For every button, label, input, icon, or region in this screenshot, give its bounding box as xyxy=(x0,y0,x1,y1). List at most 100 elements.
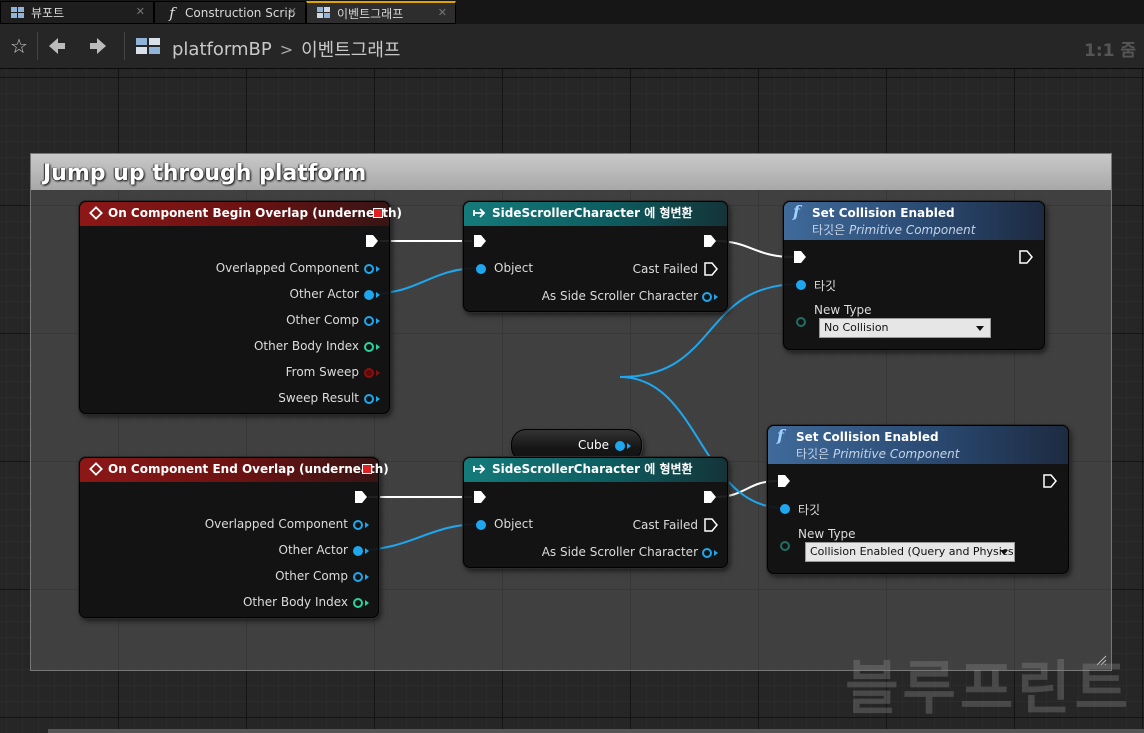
delegate-icon[interactable] xyxy=(373,208,383,218)
graph-canvas[interactable]: Jump up through platform On Component Be… xyxy=(0,69,1144,733)
event-node-begin-overlap[interactable]: On Component Begin Overlap (underneath) … xyxy=(79,201,402,414)
exec-out-pin-icon[interactable] xyxy=(354,490,368,504)
function-node-set-collision-1[interactable]: f Set Collision Enabled 타깃은 Primitive Co… xyxy=(783,201,1045,350)
tab-bar: 뷰포트 ✕ f Construction Scrip ✕ 이벤트그래프 ✕ xyxy=(0,0,1144,24)
exec-out-pin-icon[interactable] xyxy=(703,234,717,248)
close-icon[interactable]: ✕ xyxy=(438,6,447,19)
exec-in-pin-icon[interactable] xyxy=(793,250,807,264)
object-pin-icon[interactable] xyxy=(364,264,374,274)
back-button[interactable] xyxy=(43,32,71,60)
pin-label: Other Comp xyxy=(275,569,348,583)
tab-viewport[interactable]: 뷰포트 ✕ xyxy=(0,1,154,24)
exec-out-hollow-pin-icon[interactable] xyxy=(1043,474,1057,488)
node-header[interactable]: On Component End Overlap (underneath) xyxy=(80,458,389,482)
pin-label: As Side Scroller Character xyxy=(541,545,698,559)
node-header[interactable]: f Set Collision Enabled 타깃은 Primitive Co… xyxy=(768,426,1068,464)
object-pin-icon[interactable] xyxy=(476,264,486,274)
chevron-right-icon: > xyxy=(279,39,294,59)
tab-label: Construction Scrip xyxy=(185,5,296,20)
pin-arrow-icon xyxy=(365,548,369,554)
cast-node-2[interactable]: SideScrollerCharacter 에 형변환 Object Cast … xyxy=(463,457,728,568)
exec-out-hollow-pin-icon[interactable] xyxy=(704,518,718,532)
pin-label: Other Comp xyxy=(286,313,359,327)
node-subtitle: 타깃은 Primitive Component xyxy=(796,443,960,465)
bool-pin-icon[interactable] xyxy=(364,368,374,378)
node-header[interactable]: SideScrollerCharacter 에 형변환 xyxy=(464,458,727,482)
breadcrumb: platformBP > 이벤트그래프 xyxy=(172,36,400,62)
exec-out-hollow-pin-icon[interactable] xyxy=(704,262,718,276)
pin-arrow-icon xyxy=(376,266,380,272)
object-pin-icon[interactable] xyxy=(476,520,486,530)
cast-arrow-icon xyxy=(473,208,486,218)
object-pin-icon[interactable] xyxy=(364,290,374,300)
exec-out-hollow-pin-icon[interactable] xyxy=(1019,250,1033,264)
node-header[interactable]: f Set Collision Enabled 타깃은 Primitive Co… xyxy=(784,202,1044,240)
object-pin-icon[interactable] xyxy=(353,572,363,582)
node-header[interactable]: On Component Begin Overlap (underneath) xyxy=(80,202,402,226)
horizontal-scrollbar[interactable] xyxy=(48,729,1144,733)
arrow-right-icon xyxy=(90,38,106,54)
node-title: SideScrollerCharacter 에 형변환 xyxy=(492,206,693,220)
pin-label: Other Actor xyxy=(278,543,348,557)
pin-label: From Sweep xyxy=(285,365,359,379)
cast-arrow-icon xyxy=(473,464,486,474)
subtitle-prefix: 타깃은 xyxy=(796,447,830,461)
struct-pin-icon[interactable] xyxy=(364,394,374,404)
breadcrumb-graph[interactable]: 이벤트그래프 xyxy=(301,36,400,62)
pin-label: Other Body Index xyxy=(242,595,348,609)
object-pin-icon[interactable] xyxy=(364,316,374,326)
favorite-button[interactable]: ☆ xyxy=(5,32,33,60)
int-pin-icon[interactable] xyxy=(364,342,374,352)
enum-pin-icon[interactable] xyxy=(780,541,790,551)
pin-arrow-icon xyxy=(627,443,631,449)
exec-in-pin-icon[interactable] xyxy=(777,474,791,488)
pin-arrow-icon xyxy=(376,396,380,402)
node-title: Set Collision Enabled xyxy=(812,206,955,220)
object-pin-icon[interactable] xyxy=(702,548,712,558)
exec-in-pin-icon[interactable] xyxy=(473,490,487,504)
pin-label: Cast Failed xyxy=(632,518,698,532)
delegate-icon[interactable] xyxy=(362,464,372,474)
dropdown-value: No Collision xyxy=(824,321,889,334)
forward-button[interactable] xyxy=(84,32,112,60)
object-pin-icon[interactable] xyxy=(353,546,363,556)
enum-pin-icon[interactable] xyxy=(796,317,806,327)
exec-out-pin-icon[interactable] xyxy=(365,234,379,248)
node-title: On Component End Overlap (underneath) xyxy=(108,462,389,476)
node-subtitle: 타깃은 Primitive Component xyxy=(812,219,976,241)
tab-label: 뷰포트 xyxy=(31,6,65,20)
int-pin-icon[interactable] xyxy=(353,598,363,608)
object-pin-icon[interactable] xyxy=(615,441,625,451)
pin-arrow-icon xyxy=(714,294,718,300)
chevron-down-icon xyxy=(1000,550,1008,555)
new-type-dropdown[interactable]: No Collision xyxy=(819,318,991,338)
node-title: SideScrollerCharacter 에 형변환 xyxy=(492,462,693,476)
chevron-down-icon xyxy=(976,326,984,331)
object-pin-icon[interactable] xyxy=(702,292,712,302)
exec-out-pin-icon[interactable] xyxy=(703,490,717,504)
function-node-set-collision-2[interactable]: f Set Collision Enabled 타깃은 Primitive Co… xyxy=(767,425,1069,574)
object-pin-icon[interactable] xyxy=(780,504,790,514)
node-header[interactable]: SideScrollerCharacter 에 형변환 xyxy=(464,202,727,226)
pin-label: New Type xyxy=(814,303,872,317)
tab-construction-script[interactable]: f Construction Scrip ✕ xyxy=(154,1,306,24)
breadcrumb-blueprint[interactable]: platformBP xyxy=(172,39,272,60)
cast-node-1[interactable]: SideScrollerCharacter 에 형변환 Object Cast … xyxy=(463,201,728,312)
pin-arrow-icon xyxy=(365,574,369,580)
subtitle-class: Primitive Component xyxy=(832,447,960,461)
graph-toolbar: ☆ platformBP > 이벤트그래프 1:1 줌 xyxy=(0,24,1144,69)
star-icon: ☆ xyxy=(10,34,28,58)
function-icon: f xyxy=(777,426,784,445)
event-node-end-overlap[interactable]: On Component End Overlap (underneath) Ov… xyxy=(79,457,389,618)
close-icon[interactable]: ✕ xyxy=(288,5,297,18)
event-graph-icon xyxy=(317,6,331,20)
dropdown-value: Collision Enabled (Query and Physics) xyxy=(810,545,1015,558)
exec-in-pin-icon[interactable] xyxy=(473,234,487,248)
object-pin-icon[interactable] xyxy=(796,280,806,290)
tab-event-graph[interactable]: 이벤트그래프 ✕ xyxy=(306,1,456,24)
close-icon[interactable]: ✕ xyxy=(136,5,145,18)
arrow-left-icon xyxy=(49,38,65,54)
pin-arrow-icon xyxy=(376,318,380,324)
object-pin-icon[interactable] xyxy=(353,520,363,530)
new-type-dropdown[interactable]: Collision Enabled (Query and Physics) xyxy=(805,542,1015,562)
